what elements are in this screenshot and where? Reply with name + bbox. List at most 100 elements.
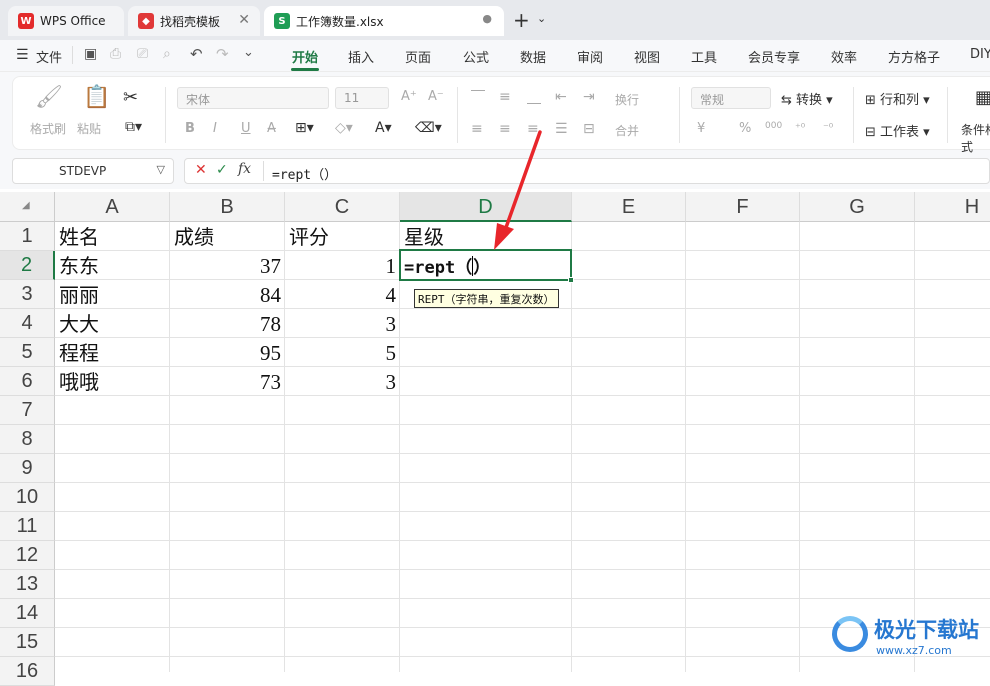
fx-icon[interactable]: fx: [238, 161, 251, 177]
currency-button[interactable]: ¥: [697, 121, 705, 136]
font-name-select[interactable]: 宋体: [177, 87, 329, 109]
column-header-a[interactable]: A: [55, 192, 170, 222]
worksheet-button[interactable]: ⊟ 工作表 ▾: [865, 121, 930, 140]
menu-insert[interactable]: 插入: [348, 47, 374, 66]
cell-b2[interactable]: 37: [170, 252, 285, 281]
column-header-h[interactable]: H: [915, 192, 990, 222]
column-header-g[interactable]: G: [800, 192, 915, 222]
tab-wps-office[interactable]: W WPS Office: [8, 6, 124, 36]
align-center-icon[interactable]: ≡: [499, 121, 511, 137]
menu-member[interactable]: 会员专享: [748, 47, 800, 66]
formula-input[interactable]: ✕ ✓ fx =rept（）: [184, 158, 990, 184]
format-painter-label[interactable]: 格式刷: [30, 120, 66, 137]
row-header-15[interactable]: 15: [0, 628, 55, 657]
cell-a2[interactable]: 东东: [59, 252, 99, 281]
cell-c5[interactable]: 5: [285, 339, 400, 368]
chevron-down-icon[interactable]: ⌄: [243, 45, 254, 60]
conditional-format-icon[interactable]: ▦: [975, 87, 990, 108]
paste-icon[interactable]: 📋: [83, 85, 110, 110]
print-icon[interactable]: ⎚: [137, 46, 148, 62]
menu-diy[interactable]: DIY: [970, 47, 990, 62]
menu-view[interactable]: 视图: [634, 47, 660, 66]
close-icon[interactable]: ✕: [238, 12, 250, 28]
cell-a6[interactable]: 哦哦: [59, 368, 99, 397]
redo-icon[interactable]: ↷: [216, 45, 229, 63]
column-header-c[interactable]: C: [285, 192, 400, 222]
format-painter-icon[interactable]: 🖌: [35, 85, 63, 110]
cell-b4[interactable]: 78: [170, 310, 285, 339]
row-header-1[interactable]: 1: [0, 222, 55, 251]
percent-button[interactable]: %: [739, 121, 751, 136]
increase-indent-icon[interactable]: ⇥: [583, 89, 595, 105]
fill-handle[interactable]: [568, 277, 574, 283]
row-header-13[interactable]: 13: [0, 570, 55, 599]
cancel-icon[interactable]: ✕: [195, 162, 207, 178]
row-header-3[interactable]: 3: [0, 280, 55, 309]
chevron-down-icon[interactable]: ▽: [157, 163, 165, 176]
menu-data[interactable]: 数据: [520, 47, 546, 66]
tab-docer-templates[interactable]: ◆ 找稻壳模板 ✕: [128, 6, 260, 36]
save-icon[interactable]: ▣: [84, 46, 97, 62]
select-all-corner[interactable]: ◢: [0, 192, 55, 222]
align-right-icon[interactable]: ≡: [527, 121, 539, 137]
font-size-select[interactable]: 11: [335, 87, 389, 109]
row-header-2[interactable]: 2: [0, 251, 55, 280]
print-preview-icon[interactable]: ⌕: [163, 46, 171, 62]
menu-review[interactable]: 审阅: [577, 47, 603, 66]
cell-c3[interactable]: 4: [285, 281, 400, 310]
menu-formulas[interactable]: 公式: [463, 47, 489, 66]
row-header-7[interactable]: 7: [0, 396, 55, 425]
align-left-icon[interactable]: ≡: [471, 121, 483, 137]
row-col-button[interactable]: ⊞ 行和列 ▾: [865, 89, 930, 108]
clear-format-icon[interactable]: ⌫▾: [415, 120, 442, 136]
justify-icon[interactable]: ☰: [555, 121, 568, 137]
row-header-6[interactable]: 6: [0, 367, 55, 396]
row-header-14[interactable]: 14: [0, 599, 55, 628]
menu-home[interactable]: 开始: [292, 47, 318, 66]
borders-icon[interactable]: ⊞▾: [295, 120, 314, 136]
menu-efficiency[interactable]: 效率: [831, 47, 857, 66]
menu-page[interactable]: 页面: [405, 47, 431, 66]
cell-c6[interactable]: 3: [285, 368, 400, 397]
cell-b3[interactable]: 84: [170, 281, 285, 310]
cell-c2[interactable]: 1: [285, 252, 400, 281]
fill-color-icon[interactable]: ◇▾: [335, 120, 353, 136]
hamburger-icon[interactable]: ☰: [16, 47, 29, 63]
column-header-b[interactable]: B: [170, 192, 285, 222]
cell-a5[interactable]: 程程: [59, 339, 99, 368]
row-header-10[interactable]: 10: [0, 483, 55, 512]
menu-tools[interactable]: 工具: [691, 47, 717, 66]
cell-b6[interactable]: 73: [170, 368, 285, 397]
name-box[interactable]: STDEVP ▽: [12, 158, 174, 184]
row-header-8[interactable]: 8: [0, 425, 55, 454]
new-tab-plus-icon[interactable]: +: [513, 8, 530, 32]
column-header-f[interactable]: F: [686, 192, 800, 222]
active-cell-editor[interactable]: =rept（）: [404, 253, 490, 278]
menu-fangfang[interactable]: 方方格子: [888, 47, 940, 66]
decrease-indent-icon[interactable]: ⇤: [555, 89, 567, 105]
unsaved-dot-icon[interactable]: ●: [482, 12, 492, 25]
wrap-text-label[interactable]: 换行: [615, 91, 639, 108]
thousands-button[interactable]: 000: [765, 121, 782, 131]
row-header-9[interactable]: 9: [0, 454, 55, 483]
undo-icon[interactable]: ↶: [190, 45, 203, 63]
cell-c1[interactable]: 评分: [289, 223, 329, 252]
align-middle-icon[interactable]: ≡: [499, 89, 511, 105]
underline-button[interactable]: U: [241, 121, 251, 136]
cell-b1[interactable]: 成绩: [174, 223, 214, 252]
bold-button[interactable]: B: [185, 121, 195, 136]
align-bottom-icon[interactable]: ⎽: [527, 89, 541, 105]
italic-button[interactable]: I: [213, 121, 217, 136]
cut-icon[interactable]: ✂: [123, 87, 138, 108]
confirm-icon[interactable]: ✓: [216, 162, 228, 178]
column-header-d[interactable]: D: [400, 192, 572, 222]
align-top-icon[interactable]: ⎺: [471, 89, 485, 105]
convert-button[interactable]: ⇆ 转换 ▾: [781, 89, 833, 108]
decrease-decimal-icon[interactable]: ⁻⁰: [823, 121, 833, 134]
strikethrough-icon[interactable]: A̶: [267, 121, 276, 136]
distributed-icon[interactable]: ⊟: [583, 121, 595, 137]
cell-a1[interactable]: 姓名: [59, 223, 99, 252]
row-header-5[interactable]: 5: [0, 338, 55, 367]
font-color-icon[interactable]: A▾: [375, 120, 392, 136]
copy-icon[interactable]: ⧉▾: [125, 119, 142, 135]
